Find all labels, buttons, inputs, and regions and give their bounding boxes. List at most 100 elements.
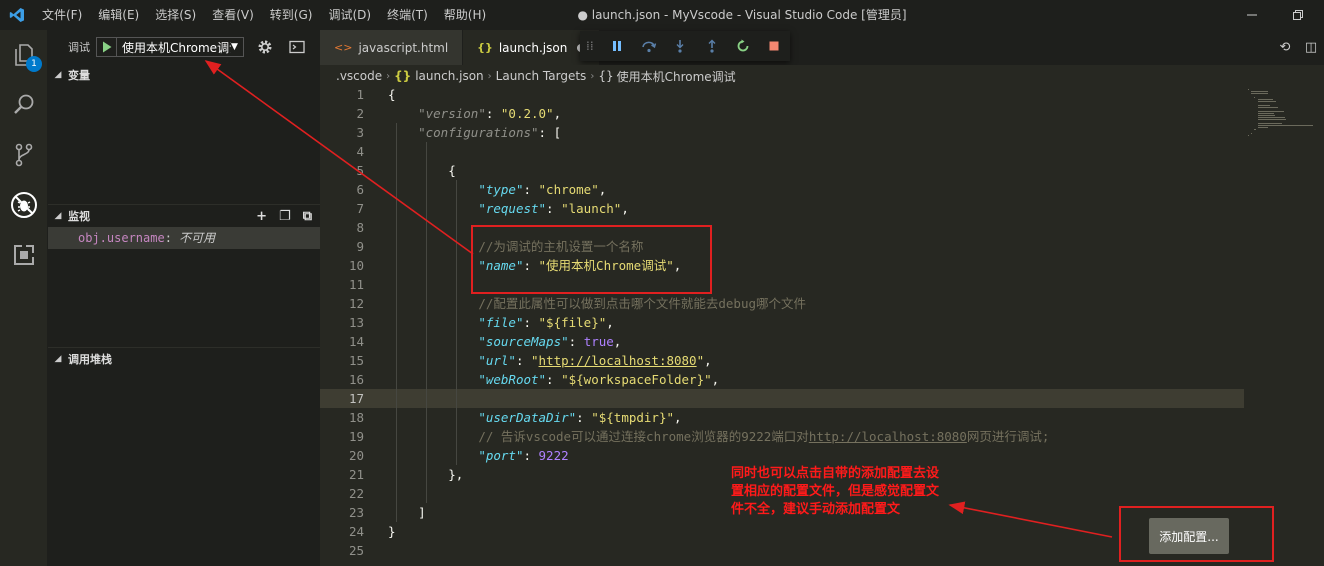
tab-javascript-html[interactable]: <> javascript.html xyxy=(320,30,463,65)
indent-guide xyxy=(425,484,427,503)
restore-button[interactable] xyxy=(1278,0,1318,30)
call-stack-title: 调用堆栈 xyxy=(68,353,112,366)
extensions-activity[interactable] xyxy=(0,230,48,280)
code-line[interactable]: 16 "webRoot": "${workspaceFolder}", xyxy=(320,370,1244,389)
split-editor-icon[interactable]: ◫ xyxy=(1298,40,1324,55)
minimize-icon xyxy=(1247,14,1257,16)
menu-terminal[interactable]: 终端(T) xyxy=(379,0,436,30)
code-line[interactable]: 3 "configurations": [ xyxy=(320,123,1244,142)
line-number: 6 xyxy=(356,182,364,197)
line-number: 1 xyxy=(356,87,364,102)
indent-guide xyxy=(395,218,397,237)
start-debug-button[interactable] xyxy=(97,38,117,56)
minimap[interactable] xyxy=(1244,85,1324,566)
line-number: 10 xyxy=(348,258,364,273)
debug-settings-button[interactable] xyxy=(254,37,276,57)
call-stack-section-header[interactable]: ◢ 调用堆栈 xyxy=(48,348,320,370)
line-number: 21 xyxy=(348,467,364,482)
code-line[interactable]: 17 xyxy=(320,389,1244,408)
drag-handle-icon[interactable]: ⁞⁞ xyxy=(586,39,602,53)
minimap-line xyxy=(1257,123,1282,124)
code-line[interactable]: 10 "name": "使用本机Chrome调试", xyxy=(320,256,1244,275)
tab-launch-json[interactable]: {} launch.json xyxy=(463,30,600,65)
code-line[interactable]: 24} xyxy=(320,522,1244,541)
watch-title: 监视 xyxy=(68,210,90,223)
step-over-button[interactable] xyxy=(633,31,664,61)
debug-console-button[interactable] xyxy=(286,37,308,57)
breadcrumb-key[interactable]: Launch Targets xyxy=(496,69,587,83)
debug-config-name: 使用本机Chrome调试 xyxy=(122,40,231,55)
code-text: "configurations": [ xyxy=(418,125,562,140)
watch-item[interactable]: obj.username: 不可用 xyxy=(48,227,320,249)
line-number: 18 xyxy=(348,410,364,425)
line-number: 19 xyxy=(348,429,364,444)
code-line[interactable]: 8 xyxy=(320,218,1244,237)
menu-view[interactable]: 查看(V) xyxy=(204,0,262,30)
breadcrumb-folder[interactable]: .vscode xyxy=(336,69,382,83)
minimap-line xyxy=(1257,113,1274,114)
code-line[interactable]: 19 // 告诉vscode可以通过连接chrome浏览器的9222端口对htt… xyxy=(320,427,1244,446)
menu-go[interactable]: 转到(G) xyxy=(262,0,321,30)
menu-selection[interactable]: 选择(S) xyxy=(147,0,204,30)
menu-help[interactable]: 帮助(H) xyxy=(436,0,494,30)
line-number: 17 xyxy=(348,391,364,406)
code-line[interactable]: 20 "port": 9222 xyxy=(320,446,1244,465)
code-text: "version": "0.2.0", xyxy=(418,106,562,121)
breadcrumb-object[interactable]: 使用本机Chrome调试 xyxy=(617,68,736,85)
line-number: 25 xyxy=(348,543,364,558)
pause-icon xyxy=(613,41,622,51)
add-configuration-button[interactable]: 添加配置... xyxy=(1149,518,1229,554)
code-line[interactable]: 6 "type": "chrome", xyxy=(320,180,1244,199)
code-text: "file": "${file}", xyxy=(478,315,614,330)
collapse-all-icon[interactable]: ⧉ xyxy=(303,209,312,224)
add-expression-icon[interactable]: + xyxy=(256,209,267,224)
code-line[interactable]: 2 "version": "0.2.0", xyxy=(320,104,1244,123)
code-line[interactable]: 4 xyxy=(320,142,1244,161)
minimize-button[interactable] xyxy=(1232,0,1272,30)
watch-value: 不可用 xyxy=(179,231,216,245)
title-bar: 文件(F) 编辑(E) 选择(S) 查看(V) 转到(G) 调试(D) 终端(T… xyxy=(0,0,1324,30)
line-number: 11 xyxy=(348,277,364,292)
watch-expression: obj.username xyxy=(78,231,165,245)
minimap-line xyxy=(1257,105,1271,106)
source-control-activity[interactable] xyxy=(0,130,48,180)
menu-file[interactable]: 文件(F) xyxy=(34,0,90,30)
stop-button[interactable] xyxy=(759,31,790,61)
explorer-activity[interactable]: 1 xyxy=(0,30,48,80)
search-activity[interactable] xyxy=(0,80,48,130)
variables-section-header[interactable]: ◢ 变量 xyxy=(48,64,320,86)
step-into-button[interactable] xyxy=(664,31,695,61)
code-line[interactable]: 15 "url": "http://localhost:8080", xyxy=(320,351,1244,370)
watch-actions: + ❐ ⧉ xyxy=(244,205,312,227)
code-line[interactable]: 12 //配置此属性可以做到点击哪个文件就能去debug哪个文件 xyxy=(320,294,1244,313)
indent-guide xyxy=(395,275,397,294)
code-line[interactable]: 9 //为调试的主机设置一个名称 xyxy=(320,237,1244,256)
code-line[interactable]: 18 "userDataDir": "${tmpdir}", xyxy=(320,408,1244,427)
menu-debug[interactable]: 调试(D) xyxy=(320,0,379,30)
code-line[interactable]: 13 "file": "${file}", xyxy=(320,313,1244,332)
code-text: "sourceMaps": true, xyxy=(478,334,622,349)
open-changes-icon[interactable]: ⟲ xyxy=(1272,40,1298,55)
breadcrumb: .vscode › {} launch.json › Launch Target… xyxy=(320,65,1324,87)
menu-edit[interactable]: 编辑(E) xyxy=(90,0,147,30)
chevron-down-icon: ◢ xyxy=(54,211,62,221)
code-line[interactable]: 14 "sourceMaps": true, xyxy=(320,332,1244,351)
restart-button[interactable] xyxy=(727,31,758,61)
search-icon xyxy=(14,94,34,114)
code-line[interactable]: 7 "request": "launch", xyxy=(320,199,1244,218)
step-out-button[interactable] xyxy=(696,31,727,61)
debug-config-select[interactable]: 使用本机Chrome调试 ▼ xyxy=(96,37,244,57)
minimap-line xyxy=(1251,91,1269,92)
line-number: 3 xyxy=(356,125,364,140)
line-number: 16 xyxy=(348,372,364,387)
code-line[interactable]: 11 xyxy=(320,275,1244,294)
code-line[interactable]: 1{ xyxy=(320,85,1244,104)
code-line[interactable]: 5 { xyxy=(320,161,1244,180)
watch-section-header[interactable]: ◢ 监视 + ❐ ⧉ xyxy=(48,205,320,227)
editor-tabs: <> javascript.html {} launch.json ⟲ ◫ xyxy=(320,30,1324,65)
code-line[interactable]: 25 xyxy=(320,541,1244,560)
pause-button[interactable] xyxy=(602,31,633,61)
breadcrumb-file[interactable]: launch.json xyxy=(415,69,483,83)
debug-activity[interactable] xyxy=(0,180,48,230)
refresh-icon[interactable]: ❐ xyxy=(279,209,291,224)
